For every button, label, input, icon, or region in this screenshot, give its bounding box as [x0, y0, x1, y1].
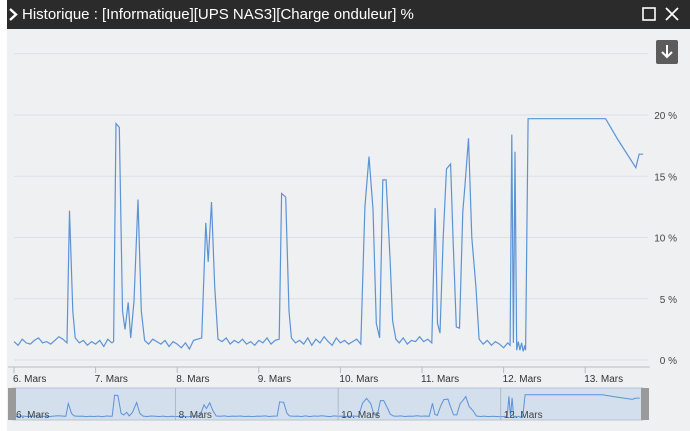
x-tick-label: 9. Mars: [258, 374, 291, 385]
navigator-label: 10. Mars: [341, 410, 380, 421]
download-button[interactable]: [656, 40, 678, 64]
x-tick-label: 8. Mars: [176, 374, 209, 385]
history-chart: 0 % 5 % 10 % 15 % 20 % 6. Mars 7. Mars 8. Mars…: [8, 53, 677, 421]
x-tick-label: 11. Mars: [421, 374, 459, 385]
navigator-mask[interactable]: [12, 387, 644, 421]
y-tick-label: 15 %: [654, 172, 677, 183]
x-tick-label: 12. Mars: [503, 374, 542, 385]
x-tick-label: 7. Mars: [95, 374, 128, 385]
history-window: Historique : [Informatique][UPS NAS3][Ch…: [0, 0, 690, 431]
y-tick-label: 10 %: [654, 234, 677, 245]
y-tick-label: 20 %: [654, 111, 677, 122]
navigator-right-handle[interactable]: [641, 388, 649, 420]
navigator-label: 12. Mars: [504, 410, 543, 421]
x-tick-label: 13. Mars: [584, 374, 623, 385]
y-tick-label: 5 %: [660, 295, 677, 306]
navigator-label: 6. Mars: [16, 410, 49, 421]
navigator-left-handle[interactable]: [8, 388, 16, 420]
navigator[interactable]: 6. Mars 8. Mars 10. Mars 12. Mars: [8, 387, 649, 421]
series-line: [13, 118, 644, 352]
y-tick-label: 0 %: [660, 356, 677, 367]
x-tick-label: 10. Mars: [339, 374, 378, 385]
navigator-label: 8. Mars: [179, 410, 212, 421]
x-tick-label: 6. Mars: [13, 374, 46, 385]
download-arrow-icon: [661, 45, 673, 59]
